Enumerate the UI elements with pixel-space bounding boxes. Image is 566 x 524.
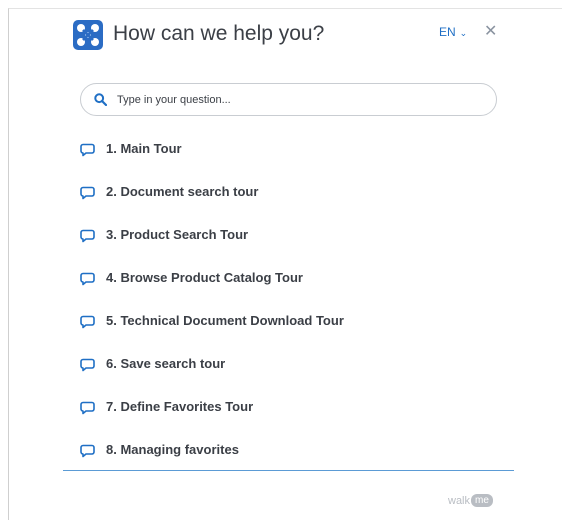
- list-item-label: 8. Managing favorites: [106, 442, 239, 457]
- list-item[interactable]: 4. Browse Product Catalog Tour: [80, 256, 510, 299]
- list-item-label: 7. Define Favorites Tour: [106, 399, 254, 414]
- list-item[interactable]: 5. Technical Document Download Tour: [80, 299, 510, 342]
- search-input[interactable]: [115, 92, 479, 107]
- list-item[interactable]: 7. Define Favorites Tour: [80, 385, 510, 428]
- walkme-brand-logo[interactable]: walk me: [448, 494, 493, 507]
- list-item-label: 1. Main Tour: [106, 141, 182, 156]
- chevron-down-icon: ⌄: [459, 27, 468, 38]
- chat-bubble-icon: [80, 358, 95, 371]
- footer-divider: [63, 470, 514, 471]
- brand-text: walk: [448, 494, 471, 507]
- list-item-label: 3. Product Search Tour: [106, 227, 249, 242]
- walkme-logo-icon: [73, 20, 103, 50]
- search-box: [80, 83, 497, 116]
- language-selector[interactable]: EN ⌄: [439, 25, 467, 39]
- widget-header: How can we help you? EN ⌄ ✕: [73, 20, 503, 52]
- tour-list: 1. Main Tour 2. Document search tour 3. …: [80, 127, 510, 471]
- list-item-label: 5. Technical Document Download Tour: [106, 313, 344, 328]
- list-item-label: 2. Document search tour: [106, 184, 259, 199]
- chat-bubble-icon: [80, 186, 95, 199]
- brand-badge: me: [471, 494, 493, 507]
- list-item[interactable]: 1. Main Tour: [80, 127, 510, 170]
- widget-title: How can we help you?: [113, 22, 325, 45]
- chat-bubble-icon: [80, 229, 95, 242]
- chat-bubble-icon: [80, 143, 95, 156]
- search-icon: [94, 93, 107, 106]
- chat-bubble-icon: [80, 315, 95, 328]
- chat-bubble-icon: [80, 401, 95, 414]
- language-label: EN: [439, 25, 456, 39]
- chat-bubble-icon: [80, 272, 95, 285]
- close-icon[interactable]: ✕: [484, 21, 497, 41]
- list-item[interactable]: 8. Managing favorites: [80, 428, 510, 471]
- chat-bubble-icon: [80, 444, 95, 457]
- list-item-label: 6. Save search tour: [106, 356, 226, 371]
- list-item-label: 4. Browse Product Catalog Tour: [106, 270, 303, 285]
- list-item[interactable]: 6. Save search tour: [80, 342, 510, 385]
- list-item[interactable]: 3. Product Search Tour: [80, 213, 510, 256]
- list-item[interactable]: 2. Document search tour: [80, 170, 510, 213]
